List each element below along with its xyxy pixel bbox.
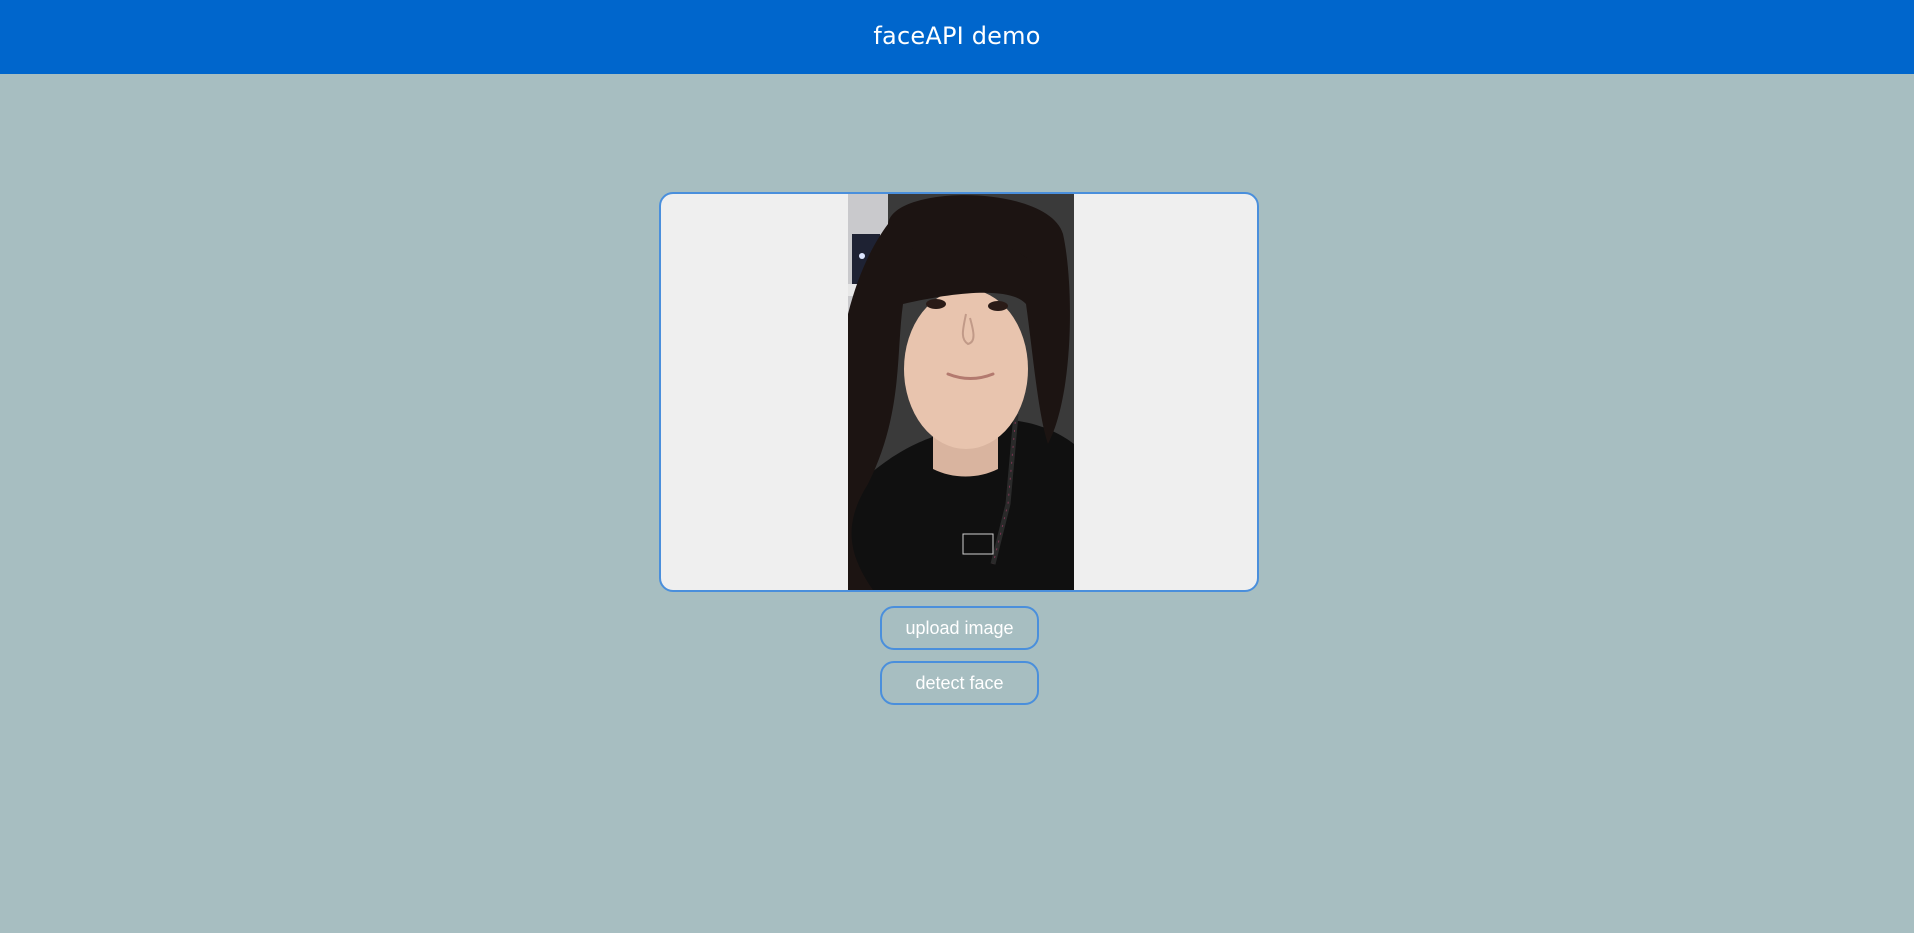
image-preview-frame	[659, 192, 1259, 592]
detect-face-button[interactable]: detect face	[880, 661, 1039, 705]
app-title: faceAPI demo	[873, 22, 1041, 50]
upload-image-button[interactable]: upload image	[880, 606, 1039, 650]
uploaded-photo	[848, 194, 1074, 590]
app-header: faceAPI demo	[0, 0, 1914, 74]
